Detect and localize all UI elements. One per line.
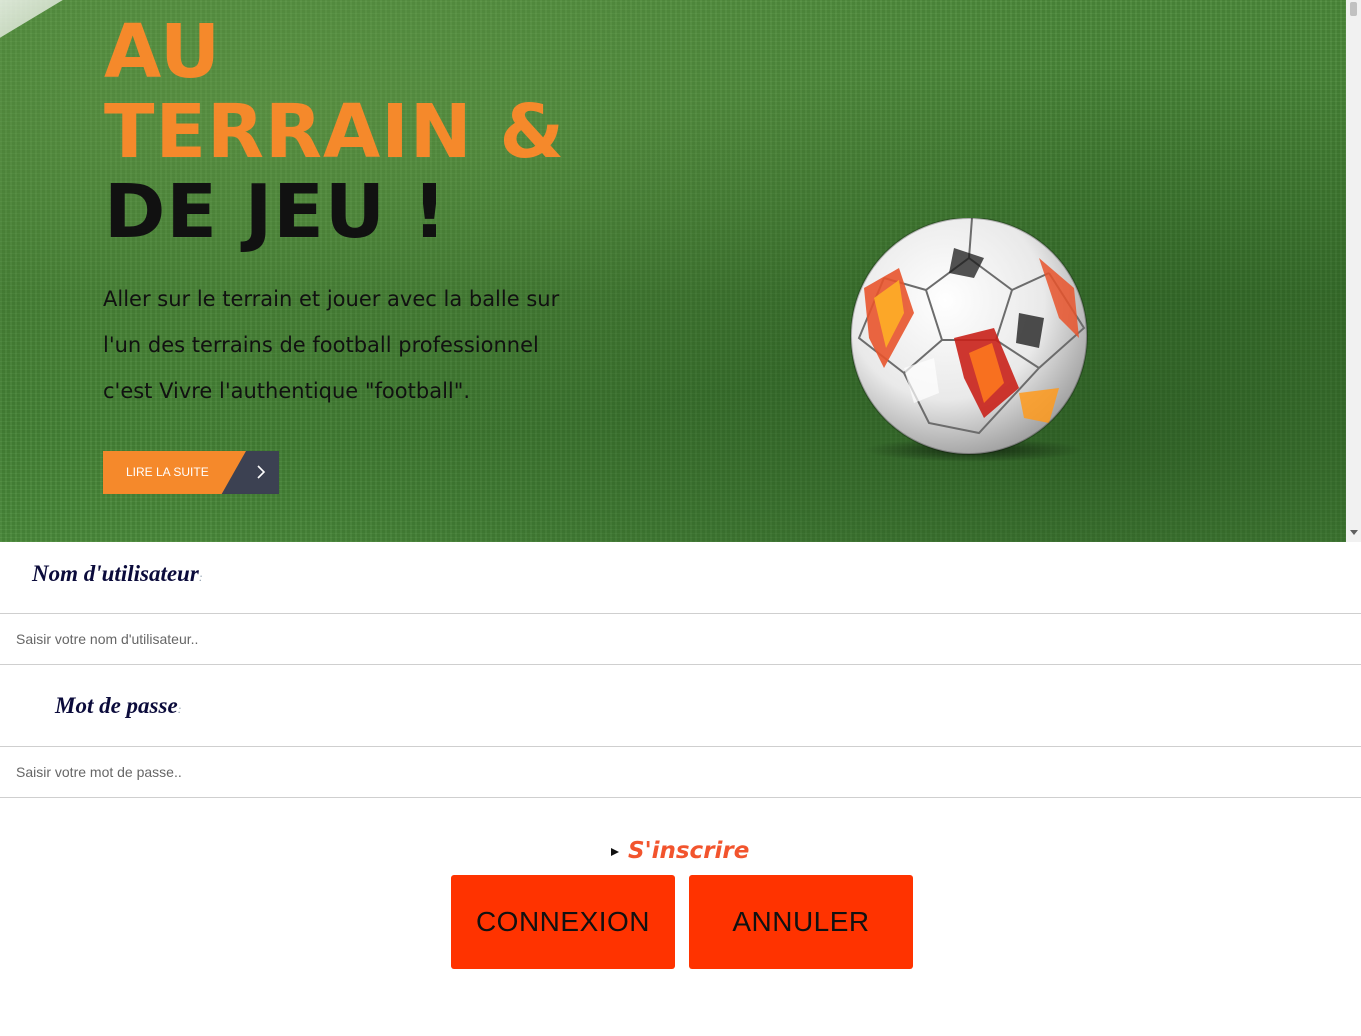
chevron-right-icon bbox=[257, 465, 266, 479]
hero-description-line-3: c'est Vivre l'authentique "football". bbox=[103, 379, 471, 403]
hero-banner: AU TERRAIN & DE JEU ! Aller sur le terra… bbox=[0, 0, 1346, 542]
password-label: Mot de passe: bbox=[55, 693, 182, 719]
password-label-colon: : bbox=[177, 702, 182, 716]
username-label-colon: : bbox=[198, 570, 203, 584]
page-scrollbar[interactable] bbox=[1346, 0, 1361, 542]
signup-link[interactable]: S'inscrire bbox=[611, 838, 749, 864]
scrollbar-thumb[interactable] bbox=[1350, 2, 1357, 16]
football-image bbox=[850, 218, 1088, 462]
read-more-label: LIRE LA SUITE bbox=[126, 465, 209, 479]
scroll-down-arrow-icon[interactable] bbox=[1350, 530, 1358, 535]
hero-description-line-1: Aller sur le terrain et jouer avec la ba… bbox=[103, 287, 560, 311]
username-label-text: Nom d'utilisateur bbox=[32, 561, 199, 586]
cancel-button[interactable]: ANNULER bbox=[689, 875, 913, 969]
hero-description-line-2: l'un des terrains de football profession… bbox=[103, 333, 539, 357]
username-input[interactable] bbox=[0, 613, 1361, 665]
hero-title-line-1: AU bbox=[104, 9, 222, 95]
hero-description: Aller sur le terrain et jouer avec la ba… bbox=[103, 276, 583, 414]
username-label: Nom d'utilisateur: bbox=[32, 561, 203, 587]
login-button[interactable]: CONNEXION bbox=[451, 875, 675, 969]
hero-title-line-2: TERRAIN & bbox=[104, 89, 566, 175]
disclosure-triangle-icon bbox=[611, 848, 619, 856]
password-input[interactable] bbox=[0, 746, 1361, 798]
read-more-button[interactable]: LIRE LA SUITE bbox=[103, 451, 279, 494]
signup-label: S'inscrire bbox=[628, 838, 750, 864]
hero-title: AU TERRAIN & DE JEU ! bbox=[104, 12, 565, 252]
hero-title-line-3: DE JEU ! bbox=[104, 169, 448, 255]
password-label-text: Mot de passe bbox=[55, 693, 178, 718]
